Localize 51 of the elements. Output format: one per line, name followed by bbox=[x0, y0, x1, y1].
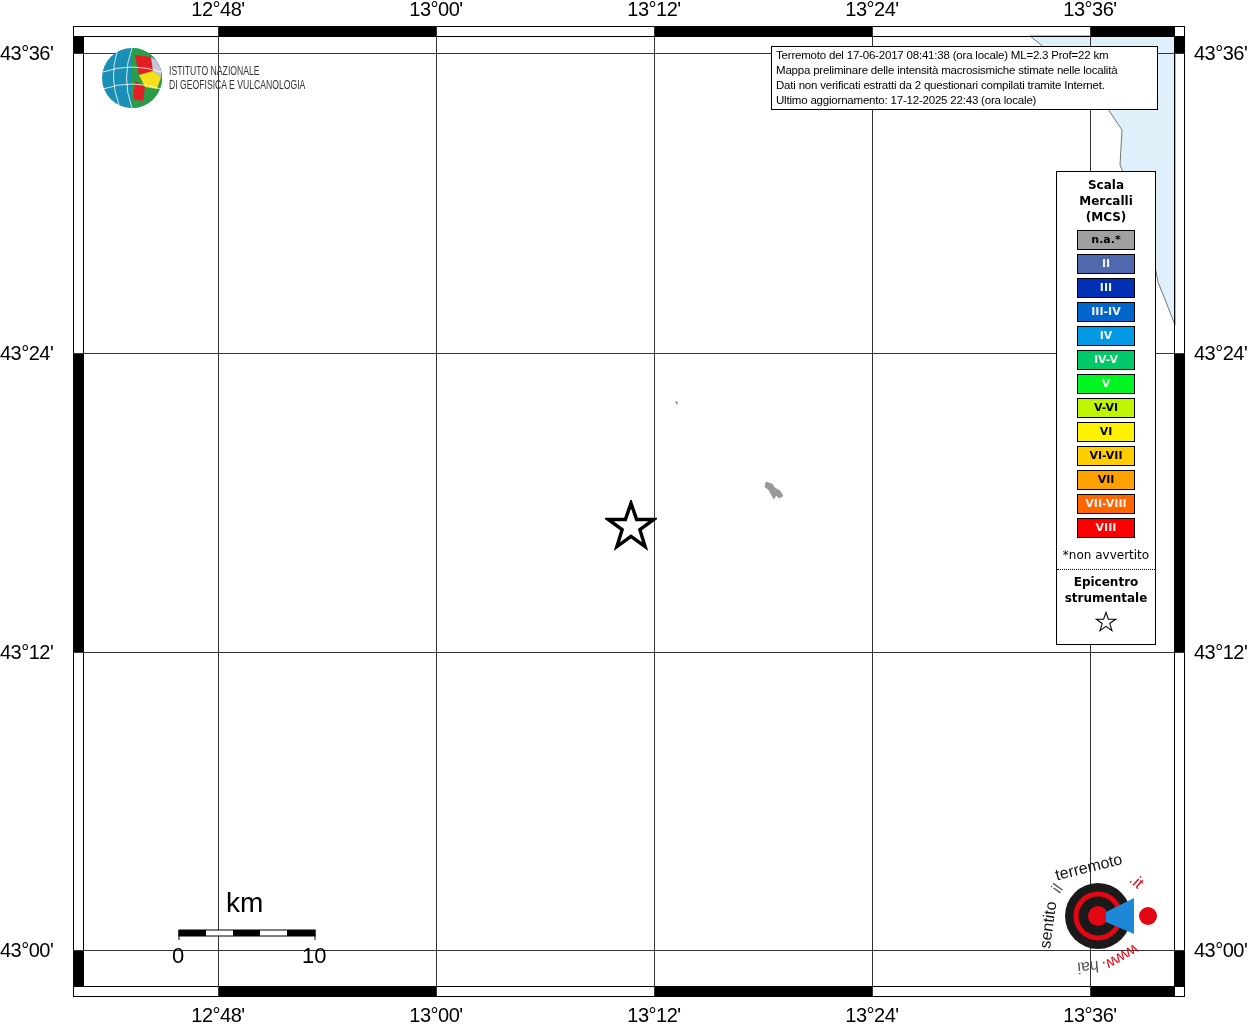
latitude-label: 43°36' bbox=[1194, 41, 1248, 65]
logo-text: .it bbox=[1126, 870, 1148, 892]
latitude-label: 43°24' bbox=[0, 341, 54, 365]
longitude-label: 13°00' bbox=[408, 0, 464, 21]
longitude-label: 13°24' bbox=[844, 1003, 900, 1024]
longitude-label: 13°12' bbox=[626, 1003, 682, 1024]
latitude-label: 43°36' bbox=[0, 41, 54, 65]
intensity-swatch: VI bbox=[1077, 422, 1135, 442]
longitude-label: 12°48' bbox=[190, 0, 246, 21]
longitude-label: 13°36' bbox=[1062, 0, 1118, 21]
info-line: Mappa preliminare delle intensità macrosismiche stimate nelle località bbox=[776, 63, 1119, 78]
intensity-swatch: VIII bbox=[1077, 518, 1135, 538]
latitude-label: 43°24' bbox=[1194, 341, 1248, 365]
intensity-swatch: IV bbox=[1077, 326, 1135, 346]
longitude-label: 13°00' bbox=[408, 1003, 464, 1024]
info-line: Terremoto del 17-06-2017 08:41:38 (ora locale) ML=2.3 Prof=22 km bbox=[776, 48, 1110, 63]
latitude-label: 43°12' bbox=[0, 640, 54, 664]
longitude-label: 13°12' bbox=[626, 0, 682, 21]
intensity-swatch: VI-VII bbox=[1077, 446, 1135, 466]
scale-end: 10 bbox=[302, 943, 327, 969]
longitude-label: 13°24' bbox=[844, 0, 900, 21]
legend-title: Scala bbox=[1087, 177, 1125, 193]
scale-unit: km bbox=[226, 886, 264, 920]
intensity-swatch: n.a.* bbox=[1077, 230, 1135, 250]
intensity-swatch: V bbox=[1077, 374, 1135, 394]
logo-text: hai bbox=[1076, 957, 1100, 977]
epicenter-star-icon bbox=[605, 500, 657, 552]
legend-title: (MCS) bbox=[1085, 209, 1127, 225]
legend-footnote: *non avvertito bbox=[1062, 547, 1150, 564]
latitude-label: 43°00' bbox=[1194, 938, 1248, 962]
longitude-label: 12°48' bbox=[190, 1003, 246, 1024]
intensity-swatch: VII-VIII bbox=[1077, 494, 1135, 514]
intensity-swatch: VII bbox=[1077, 470, 1135, 490]
logo-text: sentito bbox=[1036, 900, 1060, 950]
legend-title: Mercalli bbox=[1079, 193, 1133, 209]
island bbox=[675, 401, 678, 405]
latitude-label: 43°12' bbox=[1194, 640, 1248, 664]
scale-start: 0 bbox=[172, 943, 185, 969]
intensity-swatch: III bbox=[1077, 278, 1135, 298]
info-line: Dati non verificati estratti da 2 questionari compilati tramite Internet. bbox=[776, 78, 1106, 93]
intensity-swatch: IV-V bbox=[1077, 350, 1135, 370]
intensity-swatch: V-VI bbox=[1077, 398, 1135, 418]
longitude-label: 13°36' bbox=[1062, 1003, 1118, 1024]
logo-text: www. bbox=[1099, 941, 1142, 976]
info-line: Ultimo aggiornamento: 17-12-2025 22:43 (ora locale) bbox=[776, 93, 1038, 108]
star-icon bbox=[1095, 611, 1117, 633]
latitude-label: 43°00' bbox=[0, 938, 54, 962]
island bbox=[764, 481, 784, 500]
epicenter-label: Epicentro strumentale bbox=[1063, 574, 1149, 606]
intensity-swatch: III-IV bbox=[1077, 302, 1135, 322]
intensity-swatch: II bbox=[1077, 254, 1135, 274]
